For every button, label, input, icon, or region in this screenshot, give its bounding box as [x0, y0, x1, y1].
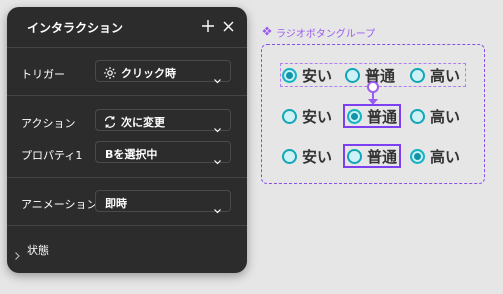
radio-label: 安い [302, 107, 333, 126]
radio-button[interactable] [282, 108, 297, 124]
radio-option[interactable]: 安い [282, 144, 332, 168]
component-icon [262, 26, 272, 39]
chevron-down-icon [214, 150, 221, 169]
radio-button[interactable] [410, 148, 425, 164]
interaction-panel: インタラクション トリガー クリック時 アクション 次に変更 プロパティ1 Bを… [7, 7, 247, 273]
close-icon[interactable] [219, 17, 237, 35]
trigger-value: クリック時 [121, 67, 176, 80]
action-value: 次に変更 [121, 116, 165, 129]
property-value: Bを選択中 [105, 148, 158, 161]
radio-label: 高い [430, 66, 461, 85]
chevron-down-icon [214, 69, 221, 88]
panel-title: インタラクション [27, 21, 124, 35]
radio-option[interactable]: 安い [282, 104, 332, 128]
trigger-select[interactable]: クリック時 [95, 60, 231, 84]
plus-icon[interactable] [199, 17, 217, 35]
animation-label: アニメーション [21, 198, 98, 211]
radio-option-selected[interactable]: 普通 [343, 104, 402, 128]
radio-button[interactable] [282, 148, 297, 164]
radio-button[interactable] [410, 108, 425, 124]
radio-option[interactable]: 高い [410, 63, 460, 87]
radio-button[interactable] [347, 148, 362, 164]
radio-label: 高い [430, 107, 461, 126]
radio-label: 普通 [367, 107, 398, 126]
radio-button[interactable] [282, 67, 297, 83]
tap-icon [103, 65, 117, 84]
state-section-label: 状態 [27, 244, 49, 257]
radio-label: 安い [302, 66, 333, 85]
property-label: プロパティ1 [21, 149, 83, 162]
radio-button[interactable] [345, 67, 360, 83]
radio-label: 普通 [367, 147, 398, 166]
prototype-connector-handle[interactable] [367, 81, 379, 93]
state-section-toggle[interactable]: 状態 [15, 240, 165, 260]
panel-header: インタラクション [7, 7, 247, 47]
chevron-right-icon [15, 245, 20, 264]
radio-button[interactable] [347, 108, 362, 124]
chevron-down-icon [214, 199, 221, 218]
action-select[interactable]: 次に変更 [95, 109, 231, 133]
divider [7, 177, 247, 178]
property-select[interactable]: Bを選択中 [95, 141, 231, 165]
chevron-down-icon [214, 118, 221, 137]
arrow-down-icon [368, 99, 378, 105]
trigger-label: トリガー [21, 68, 65, 81]
animation-select[interactable]: 即時 [95, 190, 231, 214]
divider [7, 225, 247, 226]
group-label-text: ラジオボタングループ [276, 29, 376, 40]
radio-label: 安い [302, 147, 333, 166]
radio-option-selected[interactable]: 普通 [343, 144, 402, 168]
radio-option[interactable]: 高い [410, 104, 460, 128]
group-label[interactable]: ラジオボタングループ [262, 25, 375, 40]
radio-option[interactable]: 高い [410, 144, 460, 168]
divider [7, 47, 247, 48]
action-label: アクション [21, 117, 76, 130]
swap-icon [103, 114, 117, 133]
divider [7, 95, 247, 96]
radio-option[interactable]: 安い [282, 63, 332, 87]
radio-label: 高い [430, 147, 461, 166]
animation-value: 即時 [105, 197, 127, 210]
radio-button[interactable] [410, 67, 425, 83]
